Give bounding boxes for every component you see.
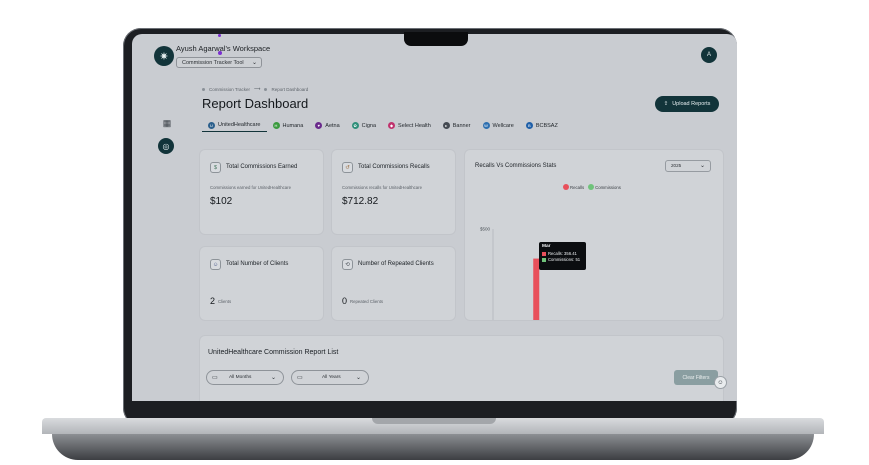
workspace-logo-icon[interactable]: ✷ <box>154 46 174 66</box>
card-total-clients: ☺ Total Number of Clients 2 Clients <box>200 247 323 320</box>
cursor-marker-secondary <box>218 51 222 55</box>
arrow-right-icon: ⟶ <box>254 86 261 91</box>
tab-aetna[interactable]: ♥ Aetna <box>309 119 345 132</box>
card-title: Number of Repeated Clients <box>358 261 434 267</box>
tab-label: BCBSAZ <box>535 122 558 129</box>
receipt-icon: ↺ <box>342 162 353 173</box>
card-title: Total Commissions Recalls <box>358 164 430 170</box>
tab-label: Cigna <box>361 122 377 129</box>
chat-icon: ☺ <box>717 379 724 386</box>
laptop-base-bottom <box>52 434 814 460</box>
screen: ✷ Ayush Agarwal's Workspace Commission T… <box>132 34 737 401</box>
chart-tooltip: Mar Recalls: 356.41 Commissions: 51 <box>539 242 586 270</box>
tooltip-month: Mar <box>542 244 551 249</box>
grid-icon[interactable]: ▦ <box>162 118 172 128</box>
banner-logo-icon: ▸ <box>442 122 450 129</box>
card-commissions-earned: $ Total Commissions Earned Commissions e… <box>200 150 323 234</box>
card-commissions-recalls: ↺ Total Commissions Recalls Commissions … <box>332 150 455 234</box>
commissions-swatch-icon <box>542 257 546 262</box>
breadcrumb-item-report-dashboard: Report Dashboard <box>271 86 309 92</box>
tab-label: UnitedHealthcare <box>218 122 261 128</box>
tab-humana[interactable]: H Humana <box>267 119 310 132</box>
unitedhealthcare-logo-icon: U <box>208 121 215 129</box>
wellcare-logo-icon: W <box>482 122 490 129</box>
tab-label: Select Health <box>398 122 431 129</box>
tab-label: Wellcare <box>492 122 514 129</box>
card-subtitle: Commissions earned for UnitedHealthcare <box>210 185 291 190</box>
aetna-logo-icon: ♥ <box>315 122 323 129</box>
laptop-base <box>42 418 824 460</box>
bar-chart: $500$0JanFebMarAprMayJunJulAugSepOctNovD… <box>480 227 540 320</box>
tool-select-value: Commission Tracker Tool <box>182 60 244 66</box>
tool-select[interactable]: Commission Tracker Tool ⌄ <box>176 57 262 68</box>
chevron-down-icon: ⌄ <box>251 60 257 66</box>
y-tick-label: $500 <box>480 227 491 232</box>
camera-notch <box>404 32 468 46</box>
report-list-panel: UnitedHealthcare Commission Report List … <box>200 336 723 401</box>
laptop-base-notch <box>372 418 496 424</box>
tab-label: Humana <box>282 122 304 129</box>
select-health-logo-icon: ◆ <box>388 122 396 129</box>
card-value: 0 <box>342 296 348 306</box>
clear-filters-button[interactable]: Clear Filters <box>674 370 718 385</box>
month-filter-select[interactable]: ▭ All Months ⌄ <box>206 370 284 385</box>
card-subtitle: Commissions recalls for UnitedHealthcare <box>342 185 422 190</box>
users-icon: ☺ <box>210 259 221 270</box>
tooltip-commissions: Commissions: 51 <box>548 257 581 262</box>
card-title: Total Commissions Earned <box>226 164 298 170</box>
tab-select-health[interactable]: ◆ Select Health <box>382 119 437 132</box>
chevron-down-icon: ⌄ <box>355 375 361 381</box>
tooltip-row-commissions: Commissions: 51 <box>542 257 583 262</box>
upload-reports-label: Upload Reports <box>672 101 711 107</box>
card-value: $102 <box>210 196 233 207</box>
tooltip-recalls: Recalls: 356.41 <box>548 251 577 256</box>
upload-icon: ⇪ <box>663 101 669 107</box>
card-unit: Repeated Clients <box>350 299 383 304</box>
tab-bcbsaz[interactable]: B BCBSAZ <box>520 119 564 132</box>
breadcrumb-dot-icon <box>264 87 268 91</box>
breadcrumb-dot-icon <box>202 87 205 91</box>
upload-reports-button[interactable]: ⇪ Upload Reports <box>655 96 719 112</box>
report-list-title: UnitedHealthcare Commission Report List <box>208 349 339 356</box>
tab-label: Banner <box>452 122 471 129</box>
card-repeated-clients: ⟲ Number of Repeated Clients 0 Repeated … <box>332 247 455 320</box>
cursor-marker <box>218 34 221 37</box>
laptop-mockup: ✷ Ayush Agarwal's Workspace Commission T… <box>0 0 869 465</box>
chat-support-button[interactable]: ☺ <box>714 376 727 389</box>
carrier-tabs: U UnitedHealthcare H Humana ♥ Aetna ✿ Cigna ◆ Sel… <box>202 119 564 132</box>
recalls-vs-commissions-panel: Recalls Vs Commissions Stats 2025 ⌄ Reca… <box>465 150 723 320</box>
year-filter-select[interactable]: ▭ All Years ⌄ <box>291 370 369 385</box>
tab-label: Aetna <box>325 122 340 129</box>
tooltip-row-recalls: Recalls: 356.41 <box>542 251 583 256</box>
card-value: 2 <box>210 296 216 306</box>
repeat-user-icon: ⟲ <box>342 259 353 270</box>
breadcrumb-item-commission-tracker[interactable]: Commission Tracker <box>209 87 250 92</box>
calendar-icon: ▭ <box>297 375 303 381</box>
cigna-logo-icon: ✿ <box>351 122 359 129</box>
calendar-icon: ▭ <box>212 375 218 381</box>
card-value: $712.82 <box>342 196 379 207</box>
reports-nav-icon[interactable]: ◎ <box>158 138 174 154</box>
tab-unitedhealthcare[interactable]: U UnitedHealthcare <box>202 119 267 132</box>
tab-cigna[interactable]: ✿ Cigna <box>346 119 382 132</box>
month-filter-value: All Months <box>229 375 252 380</box>
year-filter-value: All Years <box>322 375 341 380</box>
chevron-down-icon: ⌄ <box>270 375 276 381</box>
card-unit: Clients <box>218 299 232 304</box>
breadcrumb: Commission Tracker ⟶ Report Dashboard <box>202 86 308 92</box>
recalls-swatch-icon <box>542 251 546 256</box>
avatar[interactable]: A <box>701 47 717 63</box>
tab-banner[interactable]: ▸ Banner <box>437 119 477 132</box>
tab-wellcare[interactable]: W Wellcare <box>477 119 520 132</box>
dollar-icon: $ <box>210 162 221 173</box>
humana-logo-icon: H <box>272 122 280 129</box>
bcbsaz-logo-icon: B <box>525 122 533 129</box>
card-title: Total Number of Clients <box>226 261 289 267</box>
page-title: Report Dashboard <box>202 96 309 111</box>
workspace-name: Ayush Agarwal's Workspace <box>176 44 271 53</box>
